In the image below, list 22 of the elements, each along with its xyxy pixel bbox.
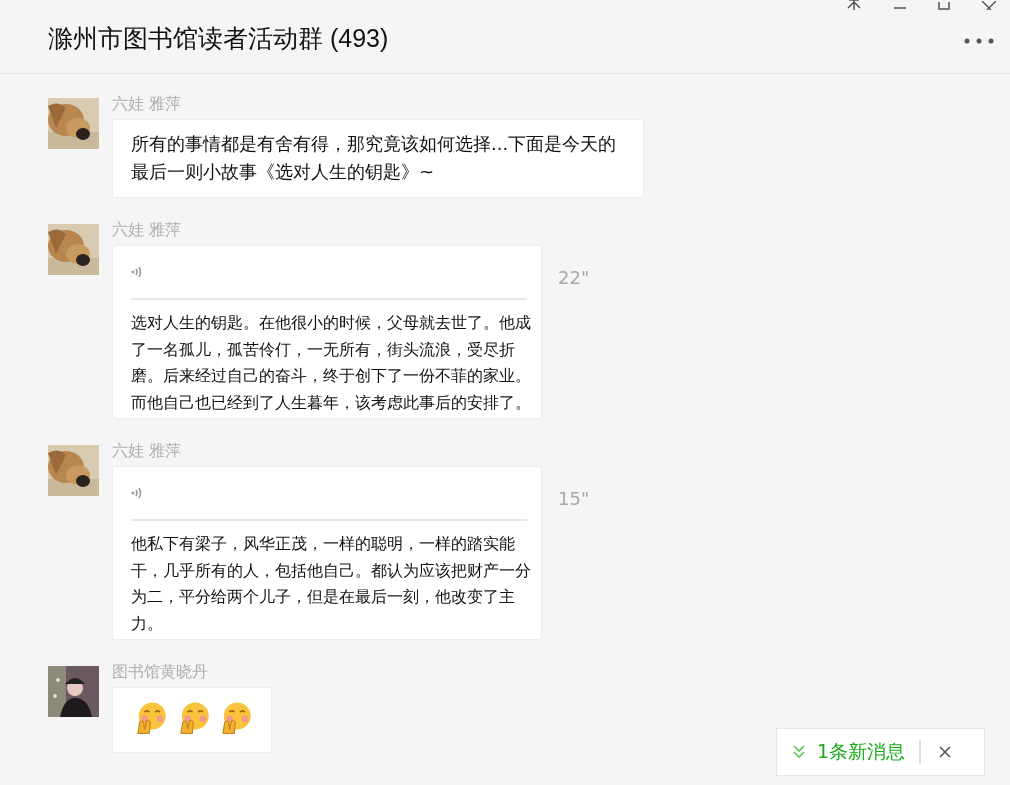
voice-transcript: 他私下有梁子，风华正茂，一样的聪明，一样的踏实能干，几乎所有的人，包括他自己。都认为应该把财产一分为二，平分给两个儿子，但是在最后一刻，他改变了主力。	[130, 533, 532, 635]
pin-icon[interactable]	[846, 0, 862, 10]
voice-transcript: 选对人生的钥匙。在他很小的时候，父母就去世了。他成了一名孤儿，孤苦伶仃，一无所有，街头流浪，受尽折磨。后来经过自己的奋斗，终于创下了一份不菲的家业。而他自己也已经到了人生暮年，该考虑此事后的安排了。	[130, 312, 532, 414]
sender-name: 六娃 雅萍	[112, 94, 183, 114]
close-icon[interactable]	[982, 1, 996, 10]
more-icon[interactable]	[964, 38, 994, 44]
close-button[interactable]	[939, 746, 952, 758]
maximize-icon[interactable]	[938, 2, 950, 10]
sender-name: 图书馆黄晓丹	[112, 662, 209, 682]
close-icon	[939, 746, 952, 758]
voice-message-bubble[interactable]: 他私下有梁子，风华正茂，一样的聪明，一样的踏实能干，几乎所有的人，包括他自己。都认为应该把财产一分为二，平分给两个儿子，但是在最后一刻，他改变了主力。	[112, 466, 542, 640]
voice-message-bubble[interactable]: 选对人生的钥匙。在他很小的时候，父母就去世了。他成了一名孤儿，孤苦伶仃，一无所有，街头流浪，受尽折磨。后来经过自己的奋斗，终于创下了一份不菲的家业。而他自己也已经到了人生暮年，该考虑此事后的安排了。	[112, 245, 542, 419]
voice-icon	[131, 486, 143, 500]
voice-icon	[131, 265, 143, 279]
message-text: 所有的事情都是有舍有得，那究竟该如何选择...下面是今天的最后一则小故事《选对人生的钥匙》~	[131, 133, 617, 182]
window-title: 滁州市图书馆读者活动群 (493)	[48, 23, 389, 54]
voice-duration: 15"	[558, 488, 590, 509]
sender-name: 六娃 雅萍	[112, 441, 183, 461]
double-chevron-down-icon	[793, 745, 805, 759]
sender-name: 六娃 雅萍	[112, 220, 183, 240]
minimize-icon[interactable]	[894, 6, 906, 10]
voice-duration: 22"	[558, 267, 590, 288]
